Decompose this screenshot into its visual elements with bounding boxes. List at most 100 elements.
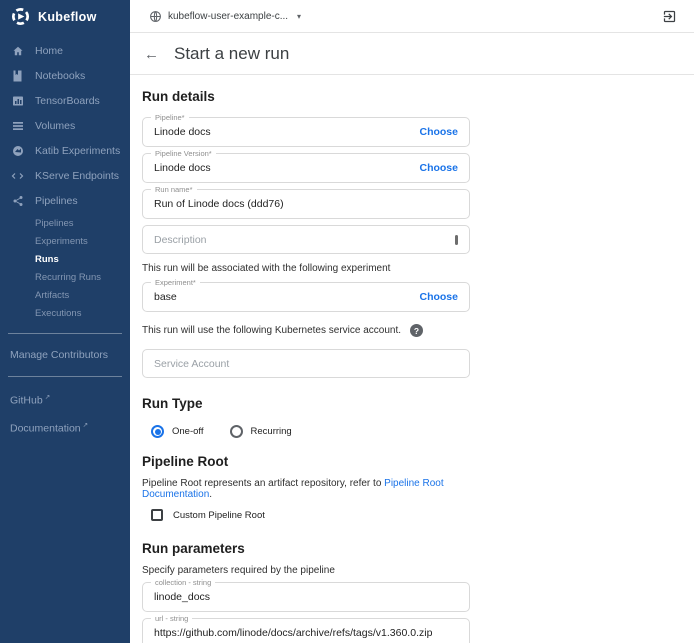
sidebar-item-manage-contributors[interactable]: Manage Contributors (0, 343, 130, 367)
kubeflow-logo[interactable]: Kubeflow (0, 0, 130, 33)
pipeline-field-label: Pipeline* (151, 113, 189, 122)
param-collection-field: collection - string (142, 582, 470, 612)
pipeline-input[interactable] (154, 126, 411, 138)
pipeline-choose-button[interactable]: Choose (419, 126, 458, 138)
sidebar-link-documentation[interactable]: Documentation↗ (0, 414, 130, 442)
sidebar-item-label: TensorBoards (35, 95, 100, 107)
app-window: Kubeflow Home Notebooks TensorBoards (0, 0, 694, 643)
kserve-icon (11, 169, 24, 182)
checkbox-unchecked-icon[interactable] (151, 509, 163, 521)
experiment-note: This run will be associated with the fol… (142, 263, 470, 274)
pipeline-version-choose-button[interactable]: Choose (419, 162, 458, 174)
param-url-input[interactable] (154, 627, 458, 639)
tensorboards-icon (11, 94, 24, 107)
service-account-field (142, 349, 470, 378)
pipeline-root-text-end: . (209, 489, 212, 500)
sidebar-item-pipelines[interactable]: Pipelines (0, 188, 130, 213)
documentation-label: Documentation (10, 422, 81, 434)
run-name-input[interactable] (154, 198, 458, 210)
experiment-input[interactable] (154, 291, 411, 303)
katib-icon (11, 144, 24, 157)
sidebar-item-notebooks[interactable]: Notebooks (0, 63, 130, 88)
sidebar-item-label: Katib Experiments (35, 145, 120, 157)
volumes-icon (11, 119, 24, 132)
subnav-item-artifacts[interactable]: Artifacts (0, 286, 130, 304)
pipeline-root-text: Pipeline Root represents an artifact rep… (142, 478, 384, 489)
logout-icon (662, 9, 677, 24)
subnav-item-executions[interactable]: Executions (0, 304, 130, 322)
experiment-field-label: Experiment* (151, 278, 200, 287)
radio-unselected-icon (230, 425, 243, 438)
namespace-label: kubeflow-user-example-c... (168, 11, 288, 22)
run-parameters-heading: Run parameters (142, 541, 474, 556)
sidebar-item-home[interactable]: Home (0, 38, 130, 63)
pipeline-field: Pipeline* Choose (142, 117, 470, 147)
resize-grip-icon[interactable] (455, 235, 458, 245)
subnav-item-pipelines[interactable]: Pipelines (0, 214, 130, 232)
radio-label: Recurring (251, 426, 292, 437)
service-account-input[interactable] (154, 358, 458, 370)
service-account-note: This run will use the following Kubernet… (142, 325, 401, 336)
radio-selected-icon (151, 425, 164, 438)
back-arrow-icon[interactable]: ← (144, 47, 159, 62)
chevron-down-icon: ▾ (297, 12, 301, 21)
run-name-field-label: Run name* (151, 185, 197, 194)
run-details-heading: Run details (142, 89, 474, 104)
notebooks-icon (11, 69, 24, 82)
sidebar-item-label: Notebooks (35, 70, 85, 82)
radio-label: One-off (172, 426, 204, 437)
param-url-label: url - string (151, 614, 192, 623)
custom-pipeline-root-label: Custom Pipeline Root (173, 510, 265, 521)
run-type-option-one-off[interactable]: One-off (151, 425, 204, 438)
run-type-heading: Run Type (142, 396, 474, 411)
subnav-item-runs[interactable]: Runs (0, 250, 130, 268)
page-title: Start a new run (174, 44, 289, 64)
sidebar-item-tensorboards[interactable]: TensorBoards (0, 88, 130, 113)
experiment-field: Experiment* Choose (142, 282, 470, 312)
run-name-field: Run name* (142, 189, 470, 219)
sidebar-item-volumes[interactable]: Volumes (0, 113, 130, 138)
sidebar: Kubeflow Home Notebooks TensorBoards (0, 0, 130, 643)
description-field (142, 225, 470, 254)
run-parameters-subtitle: Specify parameters required by the pipel… (142, 565, 474, 576)
sidebar-item-label: Home (35, 45, 63, 57)
github-label: GitHub (10, 395, 43, 407)
logout-button[interactable] (660, 7, 678, 25)
param-collection-input[interactable] (154, 591, 458, 603)
param-collection-label: collection - string (151, 578, 215, 587)
sidebar-item-label: KServe Endpoints (35, 170, 119, 182)
namespace-icon (149, 10, 162, 23)
experiment-choose-button[interactable]: Choose (419, 291, 458, 303)
pipeline-version-field: Pipeline Version* Choose (142, 153, 470, 183)
pipeline-root-description: Pipeline Root represents an artifact rep… (142, 478, 474, 500)
help-icon[interactable]: ? (410, 324, 423, 337)
param-url-field: url - string (142, 618, 470, 643)
topbar: kubeflow-user-example-c... ▾ (130, 0, 694, 33)
sidebar-item-label: Volumes (35, 120, 75, 132)
external-link-icon: ↗ (83, 422, 88, 429)
description-input[interactable] (154, 234, 447, 246)
pipeline-version-input[interactable] (154, 162, 411, 174)
custom-pipeline-root-option[interactable]: Custom Pipeline Root (151, 509, 474, 521)
namespace-selector[interactable]: kubeflow-user-example-c... ▾ (149, 10, 301, 23)
external-link-icon: ↗ (45, 394, 50, 401)
sidebar-item-kserve-endpoints[interactable]: KServe Endpoints (0, 163, 130, 188)
sidebar-link-github[interactable]: GitHub↗ (0, 386, 130, 414)
sidebar-nav: Home Notebooks TensorBoards Volumes (0, 33, 130, 441)
subnav-item-recurring-runs[interactable]: Recurring Runs (0, 268, 130, 286)
page-content: Run details Pipeline* Choose Pipeline Ve… (130, 75, 474, 643)
pipeline-root-heading: Pipeline Root (142, 454, 474, 469)
run-type-option-recurring[interactable]: Recurring (230, 425, 292, 438)
sidebar-item-label: Pipelines (35, 195, 78, 207)
subnav-item-experiments[interactable]: Experiments (0, 232, 130, 250)
sidebar-divider (8, 333, 122, 334)
main-area: kubeflow-user-example-c... ▾ ← Start a n… (130, 0, 694, 643)
kubeflow-logo-label: Kubeflow (38, 10, 97, 24)
pipelines-icon (11, 194, 24, 207)
kubeflow-logo-icon (10, 7, 30, 27)
pipelines-subnav: Pipelines Experiments Runs Recurring Run… (0, 213, 130, 324)
sidebar-divider (8, 376, 122, 377)
page-header: ← Start a new run (130, 33, 694, 75)
sidebar-item-katib-experiments[interactable]: Katib Experiments (0, 138, 130, 163)
pipeline-version-field-label: Pipeline Version* (151, 149, 216, 158)
